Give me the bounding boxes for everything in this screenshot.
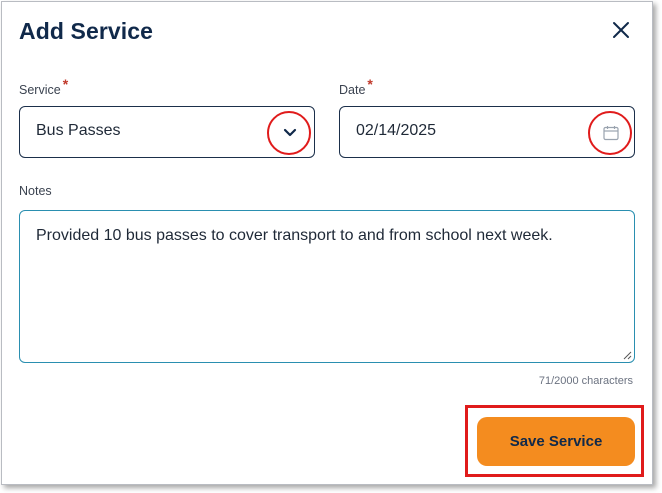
annotation-circle-date: [588, 111, 632, 155]
character-counter: 71/2000 characters: [538, 375, 633, 387]
notes-textarea[interactable]: Provided 10 bus passes to cover transpor…: [19, 210, 635, 363]
date-input-value: 02/14/2025: [356, 122, 437, 139]
close-button[interactable]: [610, 19, 632, 41]
add-service-dialog: Add Service Service * Bus Passes Date * 02…: [1, 1, 653, 485]
save-service-button[interactable]: Save Service: [477, 417, 635, 466]
service-label-text: Service: [19, 83, 61, 97]
service-label: Service *: [19, 76, 68, 97]
date-label: Date *: [339, 76, 373, 97]
annotation-circle-service: [267, 111, 311, 155]
notes-text: Provided 10 bus passes to cover transpor…: [36, 227, 553, 244]
date-label-text: Date: [339, 83, 366, 97]
required-marker: *: [62, 76, 69, 92]
service-select-value: Bus Passes: [36, 122, 121, 139]
dialog-title: Add Service: [19, 18, 154, 44]
notes-label: Notes: [19, 184, 52, 198]
resize-handle-icon[interactable]: [623, 351, 632, 360]
close-icon: [613, 22, 629, 38]
required-marker: *: [367, 76, 373, 92]
